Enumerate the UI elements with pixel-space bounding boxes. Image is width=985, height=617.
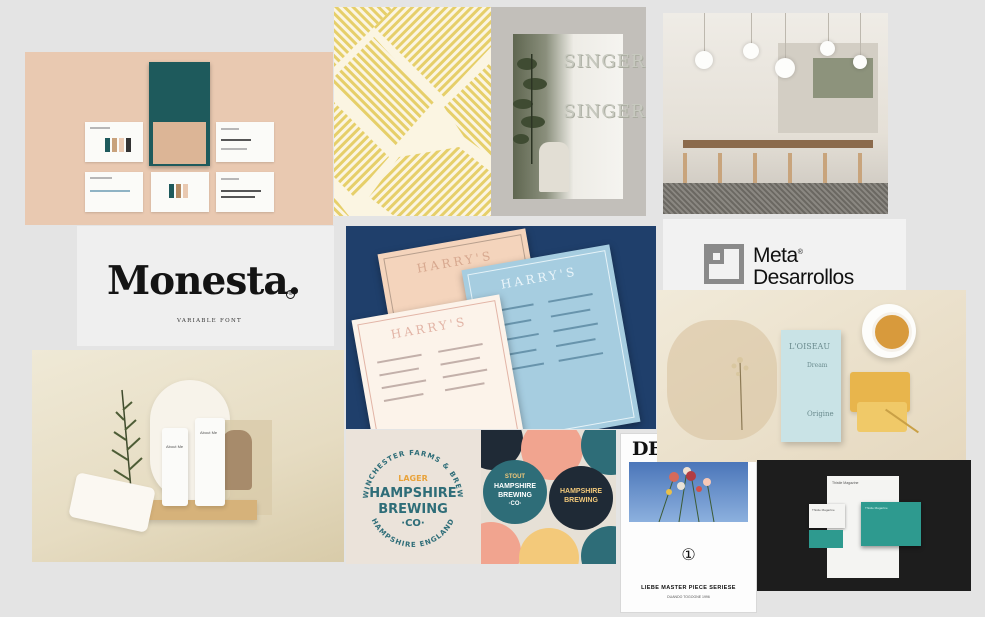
- meta-registered-mark: ®: [797, 249, 803, 256]
- guide-card: [85, 172, 143, 212]
- meta-wordmark: Meta® Desarrollos: [753, 242, 854, 289]
- badge: HAMPSHIRE BREWING: [549, 466, 613, 530]
- business-card: Thistle Magazine: [809, 504, 845, 528]
- desolate-subtitle: LIEBE MASTER PIECE SERIESE: [641, 585, 736, 591]
- brand-guide-mockup-tile: [25, 52, 333, 225]
- stripe-pattern: [334, 7, 491, 216]
- pendant-lamp: [695, 51, 713, 69]
- cafe-interior-photo: [663, 13, 888, 214]
- badge: [481, 522, 521, 564]
- cake-slice: [857, 402, 907, 432]
- singer-word-bottom: SINGER: [563, 101, 646, 122]
- harrys-menu-tile: HARRY'S HARRY'S HARRY'S: [346, 226, 656, 429]
- badge: STOUT HAMPSHIRE BREWING ·CO·: [483, 460, 547, 524]
- desolate-small-text: DUANDO TOGOGNE 1996: [667, 595, 710, 599]
- pendant-lamp: [743, 43, 759, 59]
- registered-mark: ®: [286, 290, 295, 299]
- hampshire-line1: HAMPSHIRE: [369, 486, 457, 501]
- long-table: [683, 140, 873, 148]
- badge: [581, 526, 616, 564]
- dried-flower: [731, 357, 749, 430]
- green-envelope: Thistle Magazine: [861, 502, 921, 546]
- bottle-left: About Me: [162, 428, 188, 506]
- pendant-lamp: [853, 55, 867, 69]
- monesta-font-tile: Monesta. ® VARIABLE FONT: [77, 226, 334, 346]
- lager-label: LAGER: [398, 474, 428, 483]
- badge: [519, 528, 579, 564]
- hampshire-badges: STOUT HAMPSHIRE BREWING ·CO· HAMPSHIRE B…: [481, 430, 616, 564]
- guide-card: [151, 172, 209, 212]
- hampshire-line2: BREWING: [378, 502, 448, 517]
- stationery-mockup: Thistle Magazine Thistle Magazine Thistl…: [757, 460, 971, 591]
- meta-logo-icon: [704, 244, 744, 284]
- green-card: [809, 530, 843, 548]
- tube-right: About Me: [195, 418, 225, 506]
- loiseau-box: L'OISEAU Dream Origine: [781, 330, 841, 442]
- yellow-stripe-pattern-tile: [334, 7, 491, 216]
- skincare-product-photo: About Me About Me: [32, 350, 344, 562]
- guide-book: [149, 62, 210, 166]
- tea-cup: [872, 312, 912, 352]
- meta-line1: Meta: [753, 244, 798, 267]
- singer-sign-tile: SINGER SINGER: [491, 7, 646, 216]
- guide-card: [216, 122, 274, 162]
- hampshire-brewing-tile: WINCHESTER FARMS & BREW HAMPSHIRE ENGLAN…: [346, 430, 616, 564]
- guide-card: [216, 172, 274, 212]
- loiseau-packaging-photo: L'OISEAU Dream Origine: [657, 290, 966, 462]
- monesta-title: Monesta.: [107, 258, 301, 304]
- monesta-subtitle: VARIABLE FONT: [177, 318, 243, 324]
- guide-card: [85, 122, 143, 162]
- singer-word-top: SINGER: [563, 51, 646, 72]
- terrazzo-floor: [663, 183, 888, 214]
- desolate-photo: [629, 462, 748, 522]
- number-one-glyph: ①: [681, 547, 696, 564]
- pendant-lamp: [775, 58, 795, 78]
- pendant-lamp: [820, 41, 835, 56]
- meta-line2: Desarrollos: [753, 266, 854, 289]
- hampshire-line3: ·CO·: [401, 518, 425, 529]
- figure: [222, 430, 252, 490]
- hampshire-logo-panel: WINCHESTER FARMS & BREW HAMPSHIRE ENGLAN…: [346, 430, 480, 564]
